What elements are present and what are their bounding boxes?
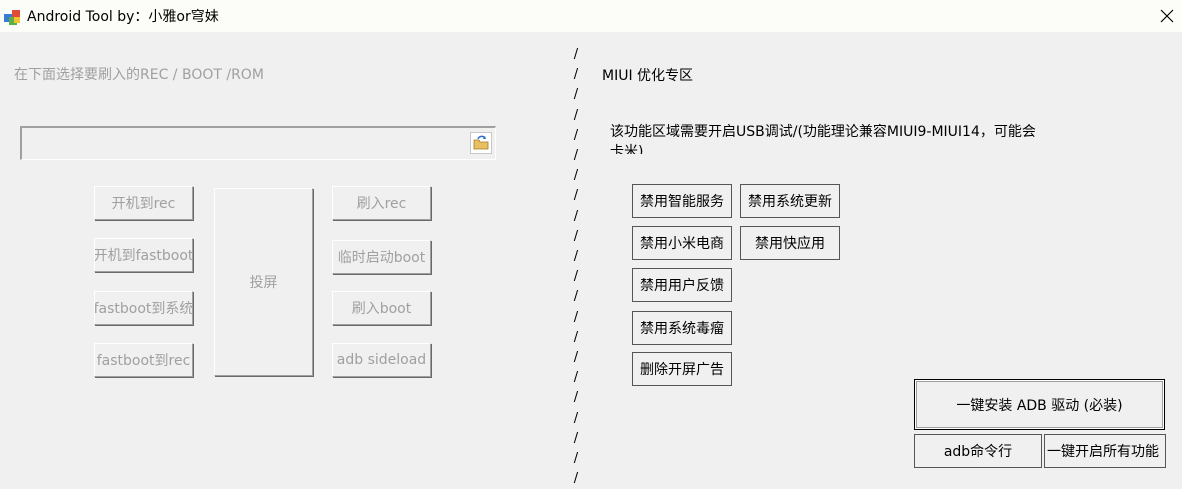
flash-rec-button[interactable]: 刷入rec — [332, 186, 431, 220]
file-path-input[interactable] — [24, 130, 468, 158]
disable-mi-store-button[interactable]: 禁用小米电商 — [632, 226, 732, 260]
flash-instruction: 在下面选择要刷入的REC / BOOT /ROM — [14, 67, 264, 83]
fastboot-to-system-button[interactable]: fastboot到系统 — [94, 291, 193, 325]
disable-system-update-button[interactable]: 禁用系统更新 — [740, 184, 840, 218]
adb-sideload-button[interactable]: adb sideload — [332, 343, 431, 377]
notice-line-1: 该功能区域需要开启USB调试/(功能理论兼容MIUI9-MIUI14，可能会 — [610, 124, 1036, 140]
boot-to-fastboot-button[interactable]: 开机到fastboot — [94, 238, 193, 272]
window-title: Android Tool by：小雅or穹妹 — [27, 9, 219, 25]
screen-cast-button[interactable]: 投屏 — [214, 188, 313, 376]
pane-divider: / / / / / / / / / / / / / / / / / / / / … — [573, 47, 579, 487]
enable-all-button[interactable]: 一键开启所有功能 — [1044, 434, 1166, 468]
browse-folder-icon[interactable] — [470, 132, 492, 154]
notice-line-2: 卡米) — [610, 144, 644, 154]
fastboot-to-rec-button[interactable]: fastboot到rec — [94, 343, 193, 377]
install-adb-driver-button[interactable]: 一键安装 ADB 驱动 (必装) — [914, 379, 1165, 430]
remove-splash-ads-button[interactable]: 删除开屏广告 — [632, 352, 732, 386]
file-path-field[interactable] — [20, 126, 496, 160]
close-button[interactable] — [1152, 0, 1182, 32]
disable-feedback-button[interactable]: 禁用用户反馈 — [632, 268, 732, 302]
app-icon — [4, 10, 20, 25]
usb-debug-notice: 该功能区域需要开启USB调试/(功能理论兼容MIUI9-MIUI14，可能会 卡… — [610, 122, 1090, 154]
disable-virus-scan-button[interactable]: 禁用系统毒瘤 — [632, 311, 732, 345]
boot-to-rec-button[interactable]: 开机到rec — [94, 186, 193, 220]
adb-command-line-button[interactable]: adb命令行 — [914, 434, 1042, 468]
miui-section-title: MIUI 优化专区 — [602, 68, 694, 84]
disable-smart-service-button[interactable]: 禁用智能服务 — [632, 184, 732, 218]
flash-boot-button[interactable]: 刷入boot — [332, 291, 431, 325]
close-icon — [1160, 9, 1174, 23]
title-bar: Android Tool by：小雅or穹妹 — [0, 0, 1182, 32]
disable-quick-apps-button[interactable]: 禁用快应用 — [740, 226, 840, 260]
temp-boot-button[interactable]: 临时启动boot — [332, 240, 431, 274]
